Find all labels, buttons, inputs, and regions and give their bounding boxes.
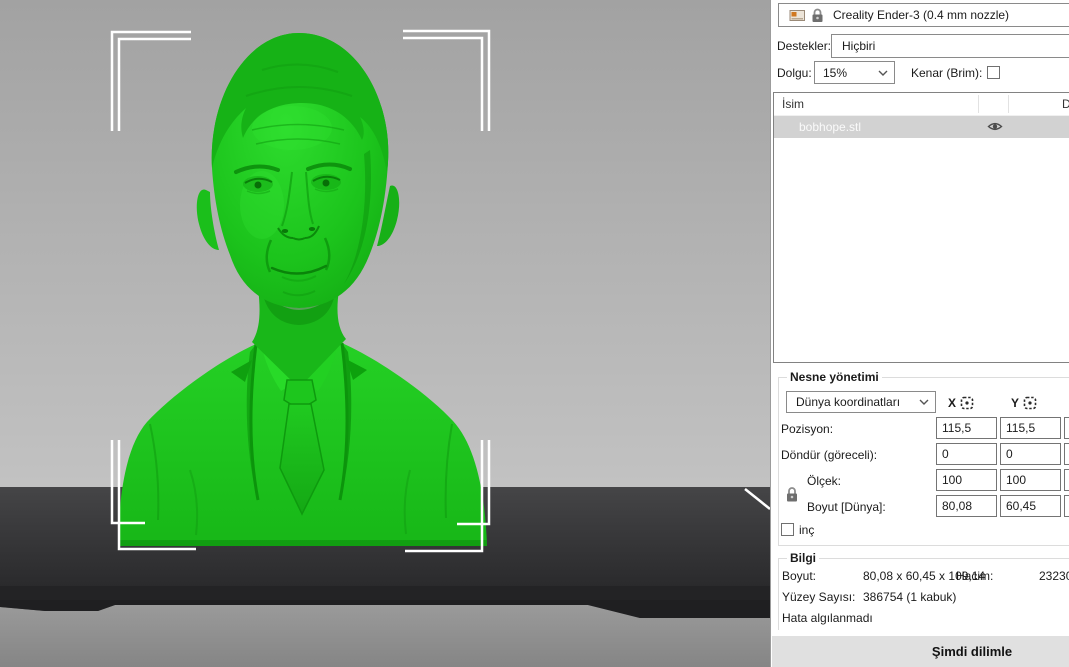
chevron-down-icon (919, 399, 929, 405)
uniform-scale-lock-icon[interactable] (785, 486, 799, 503)
scale-label: Ölçek: (807, 474, 842, 488)
infill-label: Dolgu: (777, 66, 812, 80)
scale-z-field[interactable] (1064, 469, 1069, 491)
axis-y-header: Y (1011, 396, 1020, 410)
axis-y-icon (1023, 396, 1037, 410)
infill-value: 15% (823, 65, 848, 80)
coordinate-system-value: Dünya koordinatları (796, 395, 901, 409)
brim-label: Kenar (Brim): (911, 66, 983, 80)
axis-x-header: X (948, 396, 957, 410)
info-facets-label: Yüzey Sayısı: (782, 590, 856, 604)
info-volume-value: 23230 (1039, 569, 1069, 583)
rotate-z-field[interactable]: 0 (1064, 443, 1069, 465)
infill-combo[interactable]: 15% (814, 61, 895, 84)
inches-checkbox[interactable] (781, 523, 794, 536)
object-name: bobhope.stl (799, 120, 862, 134)
slice-now-button[interactable]: Şimdi dilimle (772, 636, 1069, 667)
3d-scene (0, 0, 770, 667)
info-errors-text: Hata algılanmadı (782, 611, 873, 625)
settings-panel: Creality Ender-3 (0.4 mm nozzle) Destekl… (770, 0, 1069, 667)
supports-value: Hiçbiri (842, 39, 876, 53)
printer-preset-combo[interactable]: Creality Ender-3 (0.4 mm nozzle) (778, 3, 1069, 27)
info-facets-value: 386754 (1 kabuk) (863, 590, 957, 604)
info-volume-label: Hacim: (956, 569, 994, 583)
position-label: Pozisyon: (781, 422, 834, 436)
size-y-field[interactable] (1000, 495, 1061, 517)
supports-label: Destekler: (777, 39, 832, 53)
column-divider (978, 95, 979, 113)
position-z-field[interactable] (1064, 417, 1069, 439)
rotate-y-field[interactable] (1000, 443, 1061, 465)
rotate-label: Döndür (göreceli): (781, 448, 878, 462)
info-title: Bilgi (787, 551, 819, 565)
3d-viewport[interactable] (0, 0, 770, 667)
position-y-field[interactable] (1000, 417, 1061, 439)
size-label: Boyut [Dünya]: (807, 500, 886, 514)
brim-checkbox[interactable] (987, 66, 1000, 79)
chevron-down-icon (878, 70, 888, 76)
position-x-field[interactable] (936, 417, 997, 439)
slice-now-label: Şimdi dilimle (931, 644, 1013, 659)
scale-y-field[interactable] (1000, 469, 1061, 491)
supports-combo[interactable]: Hiçbiri (831, 34, 1069, 58)
lock-icon (811, 8, 824, 23)
object-list-header: İsim D (774, 93, 1069, 116)
printer-preset-name: Creality Ender-3 (0.4 mm nozzle) (833, 8, 1010, 22)
object-list: İsim D bobhope.stl (773, 92, 1069, 363)
size-x-field[interactable] (936, 495, 997, 517)
clipped-column-header: D (1062, 97, 1069, 111)
name-column-header: İsim (782, 97, 804, 111)
rotate-x-field[interactable] (936, 443, 997, 465)
inches-label: inç (799, 523, 815, 537)
scale-x-field[interactable] (936, 469, 997, 491)
object-list-row[interactable]: bobhope.stl (774, 116, 1069, 138)
coordinate-system-combo[interactable]: Dünya koordinatları (786, 391, 936, 413)
column-divider (1008, 95, 1009, 113)
size-z-field[interactable] (1064, 495, 1069, 517)
axis-x-icon (960, 396, 974, 410)
info-size-label: Boyut: (782, 569, 817, 583)
printer-icon (789, 8, 806, 23)
eye-icon[interactable] (987, 120, 1003, 133)
manipulation-title: Nesne yönetimi (787, 370, 882, 384)
